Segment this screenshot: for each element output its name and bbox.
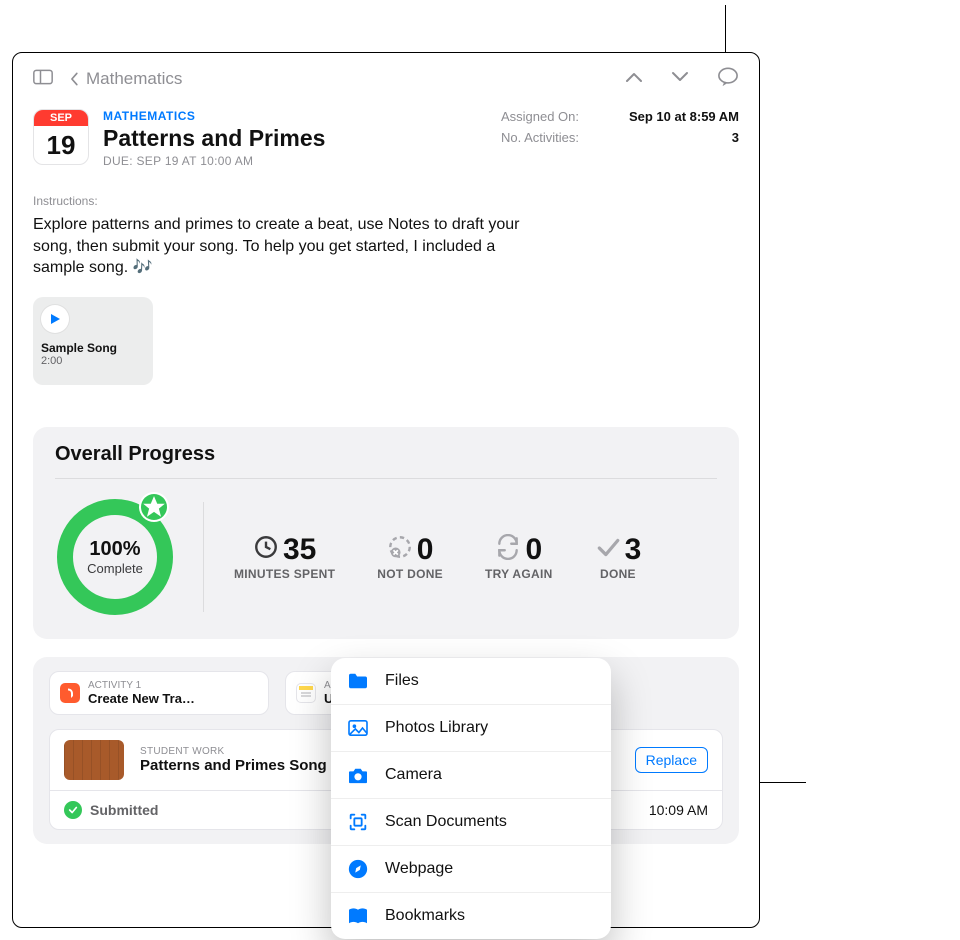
- replace-button[interactable]: Replace: [635, 747, 708, 773]
- progress-panel: Overall Progress 100% Complete: [33, 427, 739, 639]
- activity-title: Create New Tra…: [88, 691, 195, 706]
- assignment-meta: Assigned On: Sep 10 at 8:59 AM No. Activ…: [501, 109, 739, 151]
- notdone-value: 0: [417, 533, 434, 567]
- instructions-text: Explore patterns and primes to create a …: [33, 214, 533, 279]
- attachment-title: Sample Song: [41, 341, 145, 355]
- garageband-icon: [60, 683, 80, 703]
- callout-line: [725, 5, 726, 57]
- notdone-icon: [387, 534, 413, 565]
- app-window: Mathematics SEP 19 MATHEMATICS Patterns …: [12, 52, 760, 928]
- popover-label: Bookmarks: [385, 907, 465, 925]
- stat-done: 3 DONE: [595, 533, 642, 581]
- done-icon: [595, 534, 621, 565]
- progress-percent: 100%: [89, 538, 140, 561]
- play-icon[interactable]: [41, 305, 69, 333]
- attach-popover: Files Photos Library Camera Scan Documen…: [331, 658, 611, 939]
- minutes-label: MINUTES SPENT: [234, 567, 335, 581]
- popover-label: Photos Library: [385, 719, 488, 737]
- prev-button[interactable]: [625, 70, 643, 88]
- activities-count-label: No. Activities:: [501, 130, 579, 145]
- popover-item-scan[interactable]: Scan Documents: [331, 799, 611, 846]
- stat-minutes: 35 MINUTES SPENT: [234, 533, 335, 581]
- subject-label: MATHEMATICS: [103, 109, 501, 123]
- activities-count-value: 3: [609, 130, 739, 145]
- back-button[interactable]: Mathematics: [67, 69, 182, 89]
- calendar-badge: SEP 19: [33, 109, 89, 165]
- status-text: Submitted: [90, 802, 158, 818]
- attachment-duration: 2:00: [41, 355, 145, 367]
- sidebar-toggle-icon[interactable]: [33, 69, 53, 90]
- popover-label: Webpage: [385, 860, 453, 878]
- activity-item[interactable]: ACTIVITY 1 Create New Tra…: [49, 671, 269, 715]
- back-label: Mathematics: [86, 69, 182, 89]
- tryagain-icon: [495, 534, 521, 565]
- calendar-day: 19: [34, 126, 88, 164]
- tryagain-value: 0: [525, 533, 542, 567]
- popover-item-camera[interactable]: Camera: [331, 752, 611, 799]
- instructions-label: Instructions:: [33, 194, 739, 208]
- popover-label: Scan Documents: [385, 813, 507, 831]
- stat-notdone: 0 NOT DONE: [377, 533, 443, 581]
- assigned-value: Sep 10 at 8:59 AM: [609, 109, 739, 124]
- popover-label: Files: [385, 672, 419, 690]
- divider: [203, 502, 204, 612]
- stat-tryagain: 0 TRY AGAIN: [485, 533, 553, 581]
- activity-label: ACTIVITY 1: [88, 680, 195, 691]
- minutes-value: 35: [283, 533, 316, 567]
- navbar: Mathematics: [33, 63, 739, 95]
- book-icon: [347, 905, 369, 927]
- attachment-card[interactable]: Sample Song 2:00: [33, 297, 153, 385]
- assignment-header: SEP 19 MATHEMATICS Patterns and Primes D…: [33, 109, 739, 168]
- folder-icon: [347, 670, 369, 692]
- photo-icon: [347, 717, 369, 739]
- checkmark-icon: [64, 801, 82, 819]
- tryagain-label: TRY AGAIN: [485, 567, 553, 581]
- page-title: Patterns and Primes: [103, 125, 501, 152]
- popover-label: Camera: [385, 766, 442, 784]
- compass-icon: [347, 858, 369, 880]
- due-label: DUE: SEP 19 AT 10:00 AM: [103, 154, 501, 168]
- progress-ring: 100% Complete: [55, 497, 175, 617]
- status-time: 10:09 AM: [649, 802, 708, 818]
- calendar-month: SEP: [34, 110, 88, 126]
- next-button[interactable]: [671, 70, 689, 88]
- work-thumbnail: [64, 740, 124, 780]
- popover-item-photos[interactable]: Photos Library: [331, 705, 611, 752]
- done-label: DONE: [600, 567, 636, 581]
- assigned-label: Assigned On:: [501, 109, 579, 124]
- popover-item-files[interactable]: Files: [331, 658, 611, 705]
- clock-icon: [253, 534, 279, 565]
- camera-icon: [347, 764, 369, 786]
- popover-item-webpage[interactable]: Webpage: [331, 846, 611, 893]
- scan-icon: [347, 811, 369, 833]
- messages-icon[interactable]: [717, 67, 739, 92]
- popover-item-bookmarks[interactable]: Bookmarks: [331, 893, 611, 939]
- progress-percent-label: Complete: [87, 561, 143, 576]
- done-value: 3: [625, 533, 642, 567]
- notes-icon: [296, 683, 316, 703]
- notdone-label: NOT DONE: [377, 567, 443, 581]
